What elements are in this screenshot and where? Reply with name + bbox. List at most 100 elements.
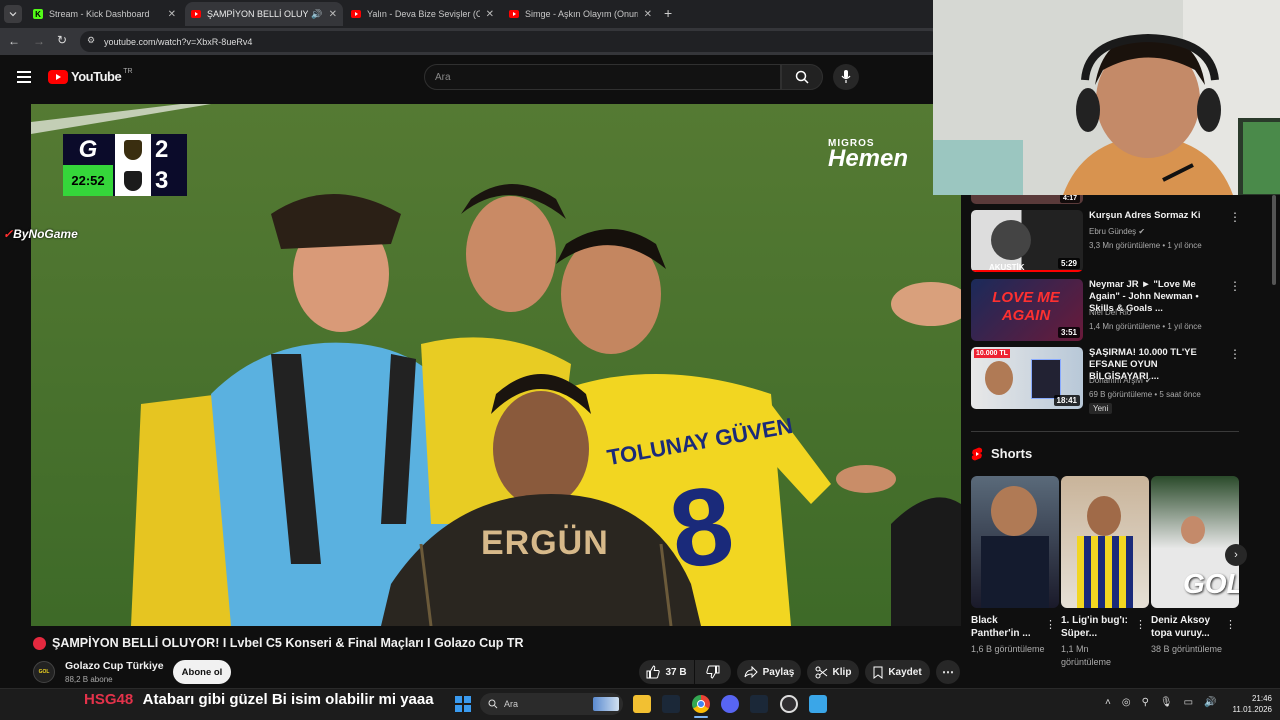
more-options-icon[interactable]: ⋮ (1225, 618, 1236, 631)
video-thumbnail: AKUSTİK 5:29 (971, 210, 1083, 272)
like-button[interactable]: 37 B (639, 660, 694, 684)
channel-avatar[interactable]: GOL (33, 661, 55, 683)
clock-time: 21:46 (1251, 694, 1272, 703)
live-indicator-icon (33, 637, 46, 650)
video-thumbnail: LOVE ME AGAIN 3:51 (971, 279, 1083, 341)
youtube-icon (191, 9, 201, 19)
video-meta: 69 B görüntüleme • 5 saat önce (1089, 390, 1201, 399)
sidebar-scrollbar[interactable] (1272, 195, 1276, 285)
discord-icon[interactable] (721, 695, 739, 713)
speaker-icon[interactable]: 🔊 (1204, 697, 1216, 708)
obs-icon[interactable] (780, 695, 798, 713)
youtube-logo[interactable]: YouTube TR (48, 68, 133, 84)
file-explorer-icon[interactable] (633, 695, 651, 713)
new-tab-button[interactable]: + (664, 5, 672, 21)
thumbs-up-icon (646, 665, 661, 679)
video-thumbnail: 10.000 TL 18:41 (971, 347, 1083, 409)
tab-yalin-song[interactable]: Yalın - Deva Bize Sevişler (Offici ✕ (345, 2, 500, 26)
forward-button[interactable]: → (33, 34, 45, 48)
share-icon (744, 666, 758, 678)
video-meta: 1,4 Mn görüntüleme • 1 yıl önce (1089, 322, 1202, 331)
chevron-up-icon[interactable]: ˄ (1105, 697, 1111, 708)
tab-kick-dashboard[interactable]: K Stream - Kick Dashboard ✕ (27, 2, 182, 26)
thumbnail-text: LOVE ME AGAIN (992, 289, 1060, 324)
scoreboard: G 22:52 2 3 (63, 134, 187, 196)
scissors-icon (815, 666, 827, 678)
dislike-button[interactable] (695, 660, 731, 684)
windows-start-icon[interactable] (455, 696, 471, 712)
away-team-crest (115, 165, 151, 196)
clip-button[interactable]: Klip (807, 660, 859, 684)
short-item[interactable]: 1. Lig'in bug'ı: Süper... 1,1 Mn görüntü… (1061, 476, 1149, 669)
microphone-icon (841, 70, 851, 83)
bluetooth-icon[interactable]: ⚲ (1142, 697, 1149, 708)
network-icon[interactable]: ◎ (1122, 697, 1131, 708)
tab-simge-song[interactable]: Simge - Aşkın Olayım (Onurr) - ✕ (503, 2, 658, 26)
more-options-icon[interactable]: ⋮ (1229, 280, 1241, 292)
back-button[interactable]: ← (8, 34, 20, 48)
more-options-icon[interactable]: ⋮ (1229, 211, 1241, 223)
short-item[interactable]: Black Panther'in ... 1,6 B görüntüleme ⋮ (971, 476, 1059, 656)
video-meta: 3,3 Mn görüntüleme • 1 yıl önce (1089, 241, 1202, 250)
url-text: youtube.com/watch?v=XbxR-8ueRv4 (104, 36, 253, 47)
display-icon[interactable]: ▭ (1184, 697, 1193, 708)
chrome-icon[interactable] (692, 695, 710, 713)
menu-icon[interactable] (17, 71, 31, 83)
search-input[interactable]: Ara (424, 64, 781, 90)
more-options-icon[interactable]: ⋮ (1135, 618, 1146, 631)
clock-date: 11.01.2026 (1232, 705, 1272, 714)
sidebar-video-item[interactable]: LOVE ME AGAIN 3:51 Neymar JR ► "Love Me … (971, 279, 1241, 343)
search-placeholder: Ara (435, 72, 451, 83)
youtube-icon (351, 9, 361, 19)
channel-name[interactable]: Golazo Cup Türkiye (65, 660, 164, 672)
close-tab-icon[interactable]: ✕ (168, 9, 176, 20)
share-button[interactable]: Paylaş (737, 660, 801, 684)
sidebar-partial-item[interactable]: 4:17 (971, 194, 1083, 204)
league-logo: G (78, 135, 98, 163)
subscribe-button[interactable]: Abone ol (173, 660, 231, 684)
video-duration: 5:29 (1057, 258, 1080, 269)
notepad-icon[interactable] (809, 695, 827, 713)
close-tab-icon[interactable]: ✕ (644, 9, 652, 20)
url-field[interactable]: ⚙ youtube.com/watch?v=XbxR-8ueRv4 (80, 31, 940, 52)
webcam-frame (933, 0, 1280, 195)
tab-list-dropdown-button[interactable] (4, 5, 22, 23)
clock[interactable]: 21:46 11.01.2026 (1226, 693, 1272, 715)
short-thumbnail (1061, 476, 1149, 608)
youtube-logo-text: YouTube (71, 69, 122, 84)
save-button[interactable]: Kaydet (865, 660, 930, 684)
voice-search-button[interactable] (833, 64, 859, 90)
short-views: 1,1 Mn görüntüleme (1061, 644, 1112, 667)
tab-current-video[interactable]: ŞAMPİYON BELLİ OLUYOR 🔊 ✕ (185, 2, 343, 26)
speaker-icon[interactable]: 🔊 (311, 9, 322, 20)
short-title: Deniz Aksoy topa vuruy... (1151, 615, 1211, 639)
steam-icon-2[interactable] (750, 695, 768, 713)
video-title: ŞAMPİYON BELLİ OLUYOR! I Lvbel C5 Konser… (52, 636, 524, 650)
video-title: Kurşun Adres Sormaz Ki (1089, 210, 1201, 221)
steam-icon[interactable] (662, 695, 680, 713)
sidebar-divider (971, 431, 1239, 432)
site-info-icon[interactable]: ⚙ (87, 35, 95, 46)
tab-title: Stream - Kick Dashboard (49, 9, 150, 19)
close-tab-icon[interactable]: ✕ (486, 9, 494, 20)
video-player[interactable]: TOLUNAY GÜVEN 8 ERGÜN G 22:52 2 3 MIGROS… (31, 104, 961, 626)
sponsor-logo: MIGROS Hemen (828, 138, 908, 173)
microphone-icon[interactable]: 🎙 (1160, 697, 1173, 708)
more-options-icon[interactable]: ⋮ (1045, 618, 1056, 631)
taskbar-search[interactable]: Ara (480, 693, 623, 715)
more-actions-button[interactable]: ⋯ (936, 660, 960, 684)
youtube-icon (509, 9, 519, 19)
sidebar-video-item[interactable]: 10.000 TL 18:41 ŞAŞIRMA! 10.000 TL'YE EF… (971, 347, 1241, 419)
sidebar-video-item[interactable]: AKUSTİK 5:29 Kurşun Adres Sormaz Ki Ebru… (971, 210, 1241, 274)
kick-icon: K (33, 9, 43, 19)
search-button[interactable] (781, 64, 823, 90)
shorts-next-button[interactable]: › (1225, 544, 1247, 566)
more-options-icon[interactable]: ⋮ (1229, 348, 1241, 360)
short-item[interactable]: GOL Deniz Aksoy topa vuruy... 38 B görün… (1151, 476, 1239, 656)
video-channel: Donanım Arşivi ✔ (1089, 376, 1152, 385)
verified-icon: ✔ (1145, 376, 1152, 385)
close-tab-icon[interactable]: ✕ (329, 9, 337, 20)
reload-button[interactable]: ↻ (57, 33, 67, 47)
video-channel: Niel Del Rio (1089, 308, 1132, 317)
verified-icon: ✔ (1138, 227, 1146, 236)
